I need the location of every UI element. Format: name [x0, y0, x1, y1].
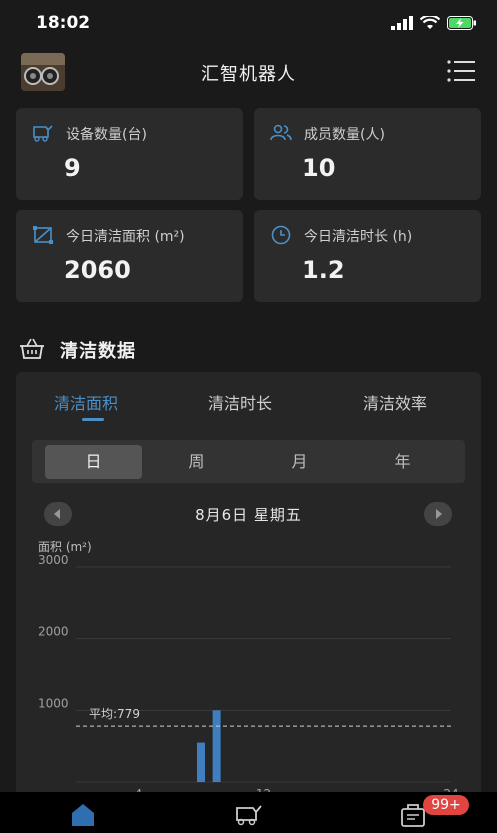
segment-day[interactable]: 日	[45, 445, 142, 479]
date-label: 8月6日 星期五	[195, 506, 302, 524]
card-value: 10	[302, 154, 336, 182]
notification-badge: 99+	[423, 795, 469, 815]
next-date-button[interactable]	[424, 502, 452, 526]
card-label: 设备数量(台)	[66, 127, 147, 143]
signal-icon	[391, 16, 413, 30]
average-label: 平均:779	[89, 707, 140, 721]
menu-button[interactable]	[447, 60, 475, 82]
app-header: 汇智机器人	[0, 48, 497, 96]
bottom-tab-bar	[0, 792, 497, 833]
card-label: 今日清洁面积 (m²)	[66, 229, 185, 245]
status-time: 18:02	[36, 13, 91, 33]
y-tick-label: 2000	[38, 625, 69, 639]
y-tick-label: 3000	[38, 553, 69, 567]
member-count-card[interactable]: 成员数量(人) 10	[254, 108, 481, 200]
area-icon	[33, 226, 53, 244]
y-tick-label: 1000	[38, 696, 69, 710]
card-value: 1.2	[302, 256, 345, 284]
device-icon	[33, 125, 53, 142]
battery-icon	[447, 16, 476, 30]
duration-card[interactable]: 今日清洁时长 (h) 1.2	[254, 210, 481, 302]
messages-tab-icon[interactable]	[400, 803, 426, 827]
cleaning-area-chart: 面积 (m²)30002000100041224平均:779	[38, 540, 459, 801]
chart-bar	[212, 710, 221, 782]
segment-month[interactable]: 月	[251, 445, 348, 479]
tab-clean-area[interactable]: 清洁面积	[54, 390, 118, 414]
members-icon	[270, 124, 292, 141]
device-tab-icon[interactable]	[234, 802, 264, 826]
page-title: 汇智机器人	[201, 64, 296, 85]
segment-year[interactable]: 年	[354, 445, 451, 479]
chevron-right-icon	[436, 509, 442, 519]
y-axis-label: 面积 (m²)	[38, 540, 92, 554]
status-icons	[391, 16, 477, 30]
tab-clean-efficiency[interactable]: 清洁效率	[363, 390, 427, 414]
segment-week[interactable]: 周	[148, 445, 245, 479]
section-title: 清洁数据	[60, 341, 136, 362]
card-value: 9	[64, 154, 81, 182]
status-bar: 18:02	[0, 0, 497, 48]
area-card[interactable]: 今日清洁面积 (m²) 2060	[16, 210, 243, 302]
period-selector: 日 周 月 年	[32, 440, 465, 483]
active-tab-indicator	[82, 418, 104, 421]
cleaning-data-panel: 清洁面积 清洁时长 清洁效率 日 周 月 年 8月6日 星期五 面积 (m²) 3…	[16, 372, 481, 812]
clock-icon	[271, 225, 291, 245]
home-icon[interactable]	[70, 802, 96, 826]
card-value: 2060	[64, 256, 131, 284]
wifi-icon	[420, 16, 440, 29]
card-label: 今日清洁时长 (h)	[304, 229, 413, 245]
basket-icon	[20, 338, 44, 359]
chart-bar	[197, 742, 205, 782]
menu-icon	[447, 60, 475, 82]
card-label: 成员数量(人)	[304, 127, 385, 143]
tab-clean-duration[interactable]: 清洁时长	[208, 390, 272, 414]
device-count-card[interactable]: 设备数量(台) 9	[16, 108, 243, 200]
